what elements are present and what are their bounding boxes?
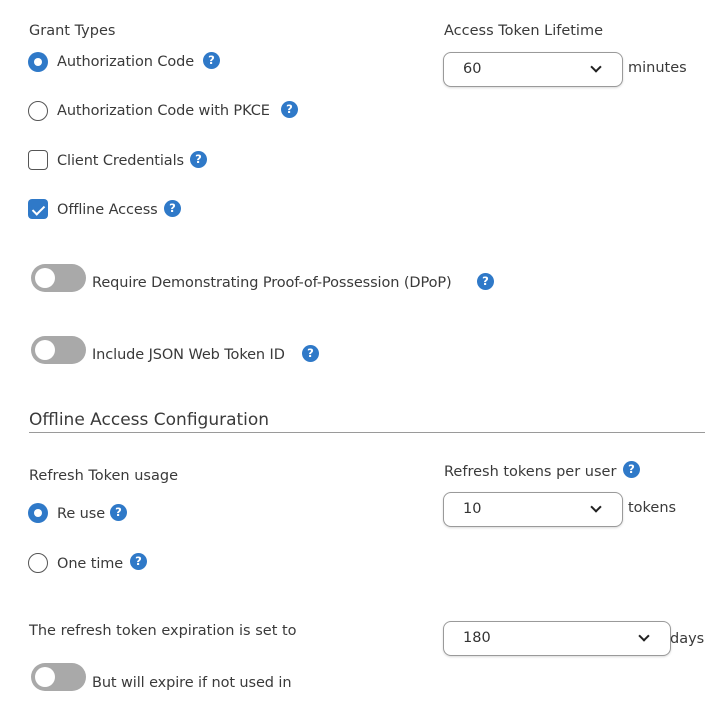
refresh-token-expiration-select[interactable]: 180 [443, 621, 671, 656]
section-divider [29, 432, 705, 433]
grant-types-label: Grant Types [29, 23, 116, 39]
expire-if-unused-label: But will expire if not used in [92, 675, 292, 691]
help-icon-one-time[interactable]: ? [130, 553, 147, 570]
chevron-down-icon [590, 61, 602, 73]
authorization-code-pkce-label: Authorization Code with PKCE [57, 103, 270, 119]
minutes-unit-label: minutes [628, 60, 687, 76]
offline-access-label: Offline Access [57, 202, 158, 218]
expire-if-unused-toggle[interactable] [31, 663, 86, 691]
access-token-lifetime-label: Access Token Lifetime [444, 23, 604, 39]
days-unit-label: days [670, 631, 705, 647]
help-icon-jwt-id[interactable]: ? [302, 345, 319, 362]
refresh-tokens-per-user-select[interactable]: 10 [443, 492, 623, 527]
refresh-tokens-per-user-value: 10 [463, 501, 482, 517]
checkbox-client-credentials[interactable] [28, 150, 48, 170]
help-icon-authorization-code[interactable]: ? [203, 52, 220, 69]
access-token-lifetime-select[interactable]: 60 [443, 52, 623, 87]
dpop-label: Require Demonstrating Proof-of-Possessio… [92, 275, 452, 291]
access-token-lifetime-value: 60 [463, 61, 482, 77]
jwt-id-toggle[interactable] [31, 336, 86, 364]
checkbox-offline-access[interactable] [28, 199, 48, 219]
jwt-id-label: Include JSON Web Token ID [92, 347, 285, 363]
refresh-token-expiration-value: 180 [463, 630, 491, 646]
tokens-unit-label: tokens [628, 500, 677, 516]
chevron-down-icon [638, 630, 650, 642]
authorization-code-label: Authorization Code [57, 54, 195, 70]
radio-authorization-code-pkce[interactable] [28, 101, 48, 121]
re-use-label: Re use [57, 506, 106, 522]
help-icon-offline-access[interactable]: ? [164, 200, 181, 217]
offline-access-configuration-title: Offline Access Configuration [29, 410, 270, 430]
help-icon-client-credentials[interactable]: ? [190, 151, 207, 168]
help-icon-re-use[interactable]: ? [110, 504, 127, 521]
help-icon-refresh-tokens-per-user[interactable]: ? [623, 461, 640, 478]
dpop-toggle[interactable] [31, 264, 86, 292]
radio-re-use[interactable] [28, 503, 48, 523]
help-icon-authorization-code-pkce[interactable]: ? [281, 101, 298, 118]
help-icon-dpop[interactable]: ? [477, 273, 494, 290]
radio-authorization-code[interactable] [28, 52, 48, 72]
radio-one-time[interactable] [28, 553, 48, 573]
one-time-label: One time [57, 556, 124, 572]
chevron-down-icon [590, 501, 602, 513]
client-credentials-label: Client Credentials [57, 153, 184, 169]
refresh-tokens-per-user-label: Refresh tokens per user [444, 464, 617, 480]
refresh-token-expiration-label: The refresh token expiration is set to [29, 623, 297, 639]
refresh-token-usage-label: Refresh Token usage [29, 468, 178, 484]
